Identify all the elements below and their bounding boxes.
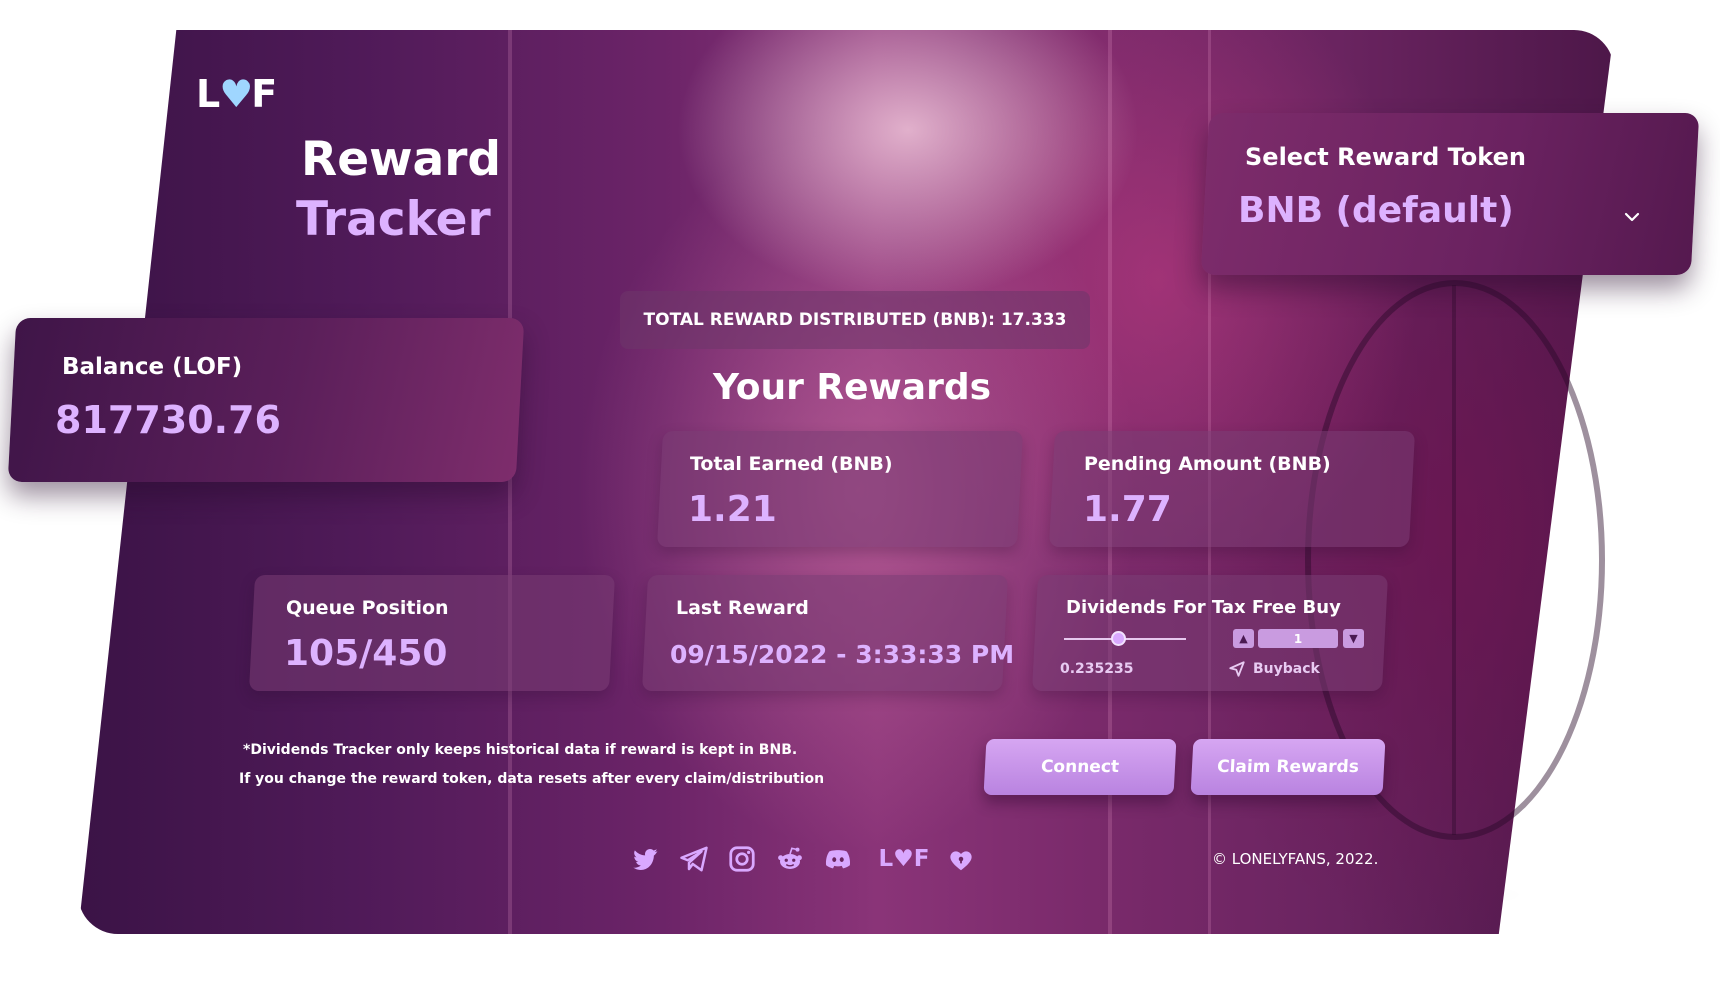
claim-rewards-button[interactable]: Claim Rewards [1190,739,1386,795]
total-earned-label: Total Earned (BNB) [690,453,893,475]
dividends-label: Dividends For Tax Free Buy [1066,597,1341,618]
telegram-icon[interactable] [677,842,711,876]
heart-lock-icon: ♥ [219,72,253,116]
lof-logo-icon[interactable]: L♥F [874,842,934,876]
connect-button[interactable]: Connect [983,739,1177,795]
brand-logo: L♥F [196,72,277,116]
total-earned-value: 1.21 [688,489,777,530]
note-line2: If you change the reward token, data res… [239,771,825,787]
pending-amount-label: Pending Amount (BNB) [1084,453,1331,475]
last-reward-label: Last Reward [676,597,809,619]
note-line1: *Dividends Tracker only keeps historical… [243,742,798,758]
background-line [508,30,512,934]
last-reward-value: 09/15/2022 - 3:33:33 PM [670,640,1015,669]
pending-amount-value: 1.77 [1083,489,1172,530]
page-title-line2: Tracker [296,192,491,247]
send-icon[interactable] [1228,660,1246,678]
discord-icon[interactable] [821,842,855,876]
balance-value: 817730.76 [55,398,281,442]
last-reward-card [641,575,1009,691]
instagram-icon[interactable] [725,842,759,876]
lof-heart-icon[interactable] [944,842,978,876]
dividends-slider-value: 0.235235 [1060,661,1134,677]
queue-position-label: Queue Position [286,597,449,619]
buyback-button[interactable]: Buyback [1253,661,1320,677]
rewards-heading: Your Rewards [713,367,992,408]
queue-position-value: 105/450 [284,633,448,674]
stepper-down-button[interactable]: ▼ [1343,629,1364,648]
balance-label: Balance (LOF) [62,354,243,380]
stepper-up-button[interactable]: ▲ [1233,629,1254,648]
token-select-label: Select Reward Token [1245,143,1526,171]
chevron-down-icon[interactable] [1620,205,1644,229]
page-title-line1: Reward [301,132,502,187]
token-select-value[interactable]: BNB (default) [1238,190,1514,231]
total-distributed-banner: TOTAL REWARD DISTRIBUTED (BNB): 17.333 [620,291,1090,349]
reddit-icon[interactable] [773,842,807,876]
background-wheel-spoke [1452,285,1456,835]
twitter-icon[interactable] [628,842,662,876]
dividends-stepper-input[interactable]: 1 [1258,629,1338,648]
copyright-text: © LONELYFANS, 2022. [1212,850,1379,868]
